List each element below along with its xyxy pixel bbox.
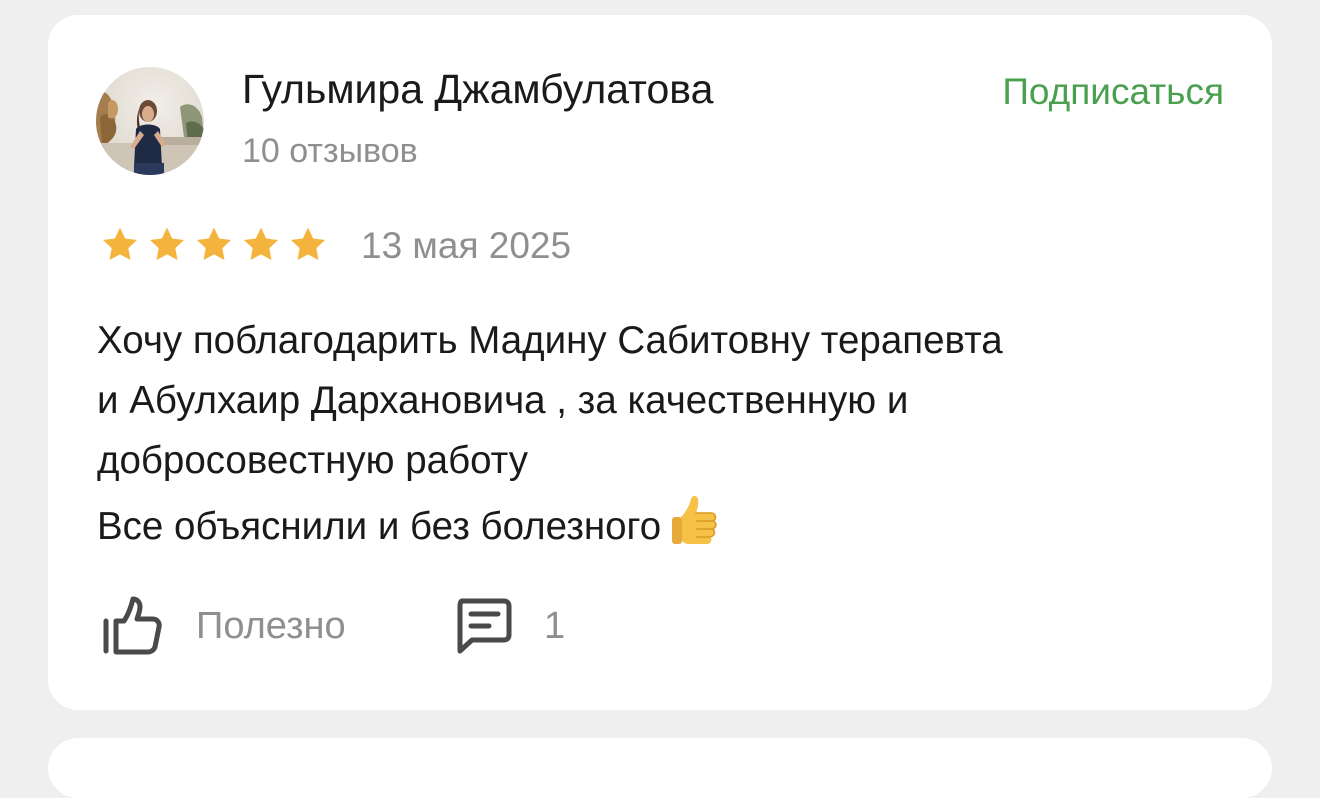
thumbs-up-outline-icon [103,596,162,655]
star-icon [150,227,184,260]
helpful-button[interactable]: Полезно [102,593,346,659]
review-text-last-line: Все объяснили и без болезного [97,491,1227,557]
star-icon [103,227,137,260]
comments-button[interactable]: 1 [454,593,565,659]
subscribe-button[interactable]: Подписаться [1002,70,1224,114]
star-icon [291,227,325,260]
review-text-line: и Абулхаир Дархановича , за качественную… [97,379,909,422]
star-icon [197,227,231,260]
comment-icon [457,598,512,654]
author-review-count: 10 отзывов [242,132,418,170]
review-date: 13 мая 2025 [361,225,572,266]
comments-count: 1 [544,604,566,647]
helpful-label: Полезно [196,604,346,647]
next-review-card [48,738,1272,798]
review-text: Хочу поблагодарить Мадину Сабитовну тера… [97,311,1227,557]
review-text-line: Хочу поблагодарить Мадину Сабитовну тера… [97,319,1003,362]
thumbs-up-emoji-icon [672,496,717,544]
author-name[interactable]: Гульмира Джамбулатова [242,65,713,113]
avatar[interactable] [96,67,204,175]
review-text-line: Все объяснили и без болезного [97,505,662,548]
review-text-line: добросовестную работу [97,439,529,482]
star-icon [244,227,278,260]
rating-stars [100,223,335,267]
user-photo-avatar-icon [96,67,204,175]
review-card: Гульмира Джамбулатова 10 отзывов Подписа… [48,15,1272,710]
